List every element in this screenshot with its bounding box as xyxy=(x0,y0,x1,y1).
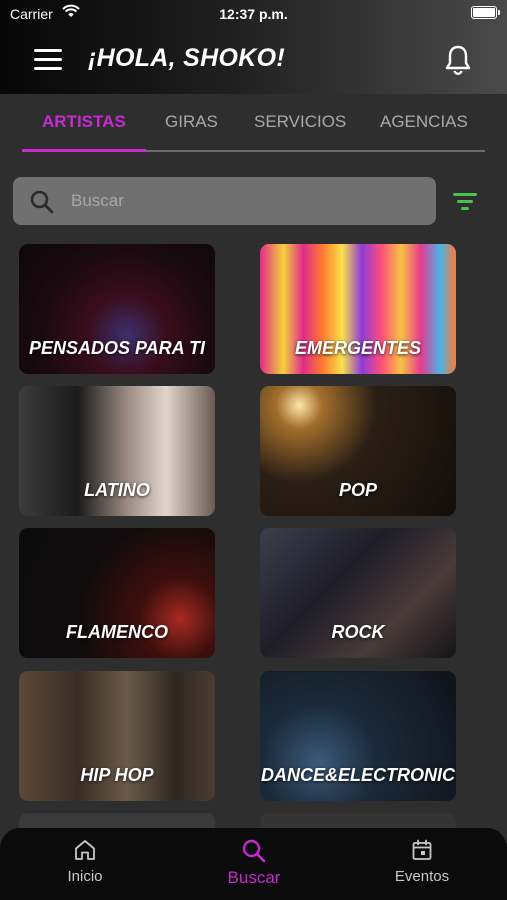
app-screen: Carrier 12:37 p.m. ¡HOLA, SHOKO! ARTISTA… xyxy=(0,0,507,900)
status-bar: Carrier 12:37 p.m. xyxy=(0,0,507,28)
filter-line xyxy=(457,200,473,203)
active-tab-indicator xyxy=(22,149,146,152)
category-card-dance-electronic[interactable]: DANCE&ELECTRONIC xyxy=(260,671,456,801)
nav-item-inicio[interactable]: Inicio xyxy=(57,838,113,885)
filter-line xyxy=(461,207,469,210)
search-bar xyxy=(13,177,436,225)
hamburger-line xyxy=(34,58,62,61)
category-label: PENSADOS PARA TI xyxy=(28,338,206,358)
category-card-hip-hop[interactable]: HIP HOP xyxy=(19,671,215,801)
tab-artistas[interactable]: ARTISTAS xyxy=(42,112,126,132)
menu-button[interactable] xyxy=(34,47,62,71)
category-card-latino[interactable]: LATINO xyxy=(19,386,215,516)
category-label: POP xyxy=(338,480,377,500)
category-label: FLAMENCO xyxy=(66,622,168,642)
top-header: Carrier 12:37 p.m. ¡HOLA, SHOKO! xyxy=(0,0,507,94)
category-label: LATINO xyxy=(84,480,150,500)
category-card-emergentes[interactable]: EMERGENTES xyxy=(260,244,456,374)
search-icon xyxy=(242,839,266,863)
category-card-pensados-para-ti[interactable]: PENSADOS PARA TI xyxy=(19,244,215,374)
filter-line xyxy=(453,193,477,196)
category-card-rock[interactable]: ROCK xyxy=(260,528,456,658)
tab-giras[interactable]: GIRAS xyxy=(165,112,218,132)
filter-icon[interactable] xyxy=(453,192,477,210)
bell-icon[interactable] xyxy=(443,44,473,76)
nav-item-buscar[interactable]: Buscar xyxy=(218,838,290,888)
search-input[interactable] xyxy=(71,186,411,216)
hamburger-line xyxy=(34,67,62,70)
nav-label: Buscar xyxy=(227,868,281,887)
category-tabs: ARTISTAS GIRAS SERVICIOS AGENCIAS xyxy=(22,100,485,152)
greeting-title: ¡HOLA, SHOKO! xyxy=(88,44,285,72)
battery-icon xyxy=(471,6,500,19)
category-label: ROCK xyxy=(331,622,385,642)
tab-servicios[interactable]: SERVICIOS xyxy=(254,112,346,132)
category-card-flamenco[interactable]: FLAMENCO xyxy=(19,528,215,658)
category-label: DANCE&ELECTRONIC xyxy=(260,765,455,785)
tab-agencias[interactable]: AGENCIAS xyxy=(380,112,468,132)
category-label: HIP HOP xyxy=(80,765,154,785)
nav-label: Inicio xyxy=(67,868,103,885)
nav-item-eventos[interactable]: Eventos xyxy=(388,838,456,885)
calendar-icon xyxy=(412,839,432,860)
category-label: EMERGENTES xyxy=(294,338,422,358)
hamburger-line xyxy=(34,49,62,52)
clock-time: 12:37 p.m. xyxy=(219,6,288,22)
home-icon xyxy=(75,840,95,860)
nav-label: Eventos xyxy=(394,868,450,885)
bottom-navigation: Inicio Buscar Eventos xyxy=(0,828,507,900)
search-icon xyxy=(30,190,54,214)
category-card-pop[interactable]: POP xyxy=(260,386,456,516)
